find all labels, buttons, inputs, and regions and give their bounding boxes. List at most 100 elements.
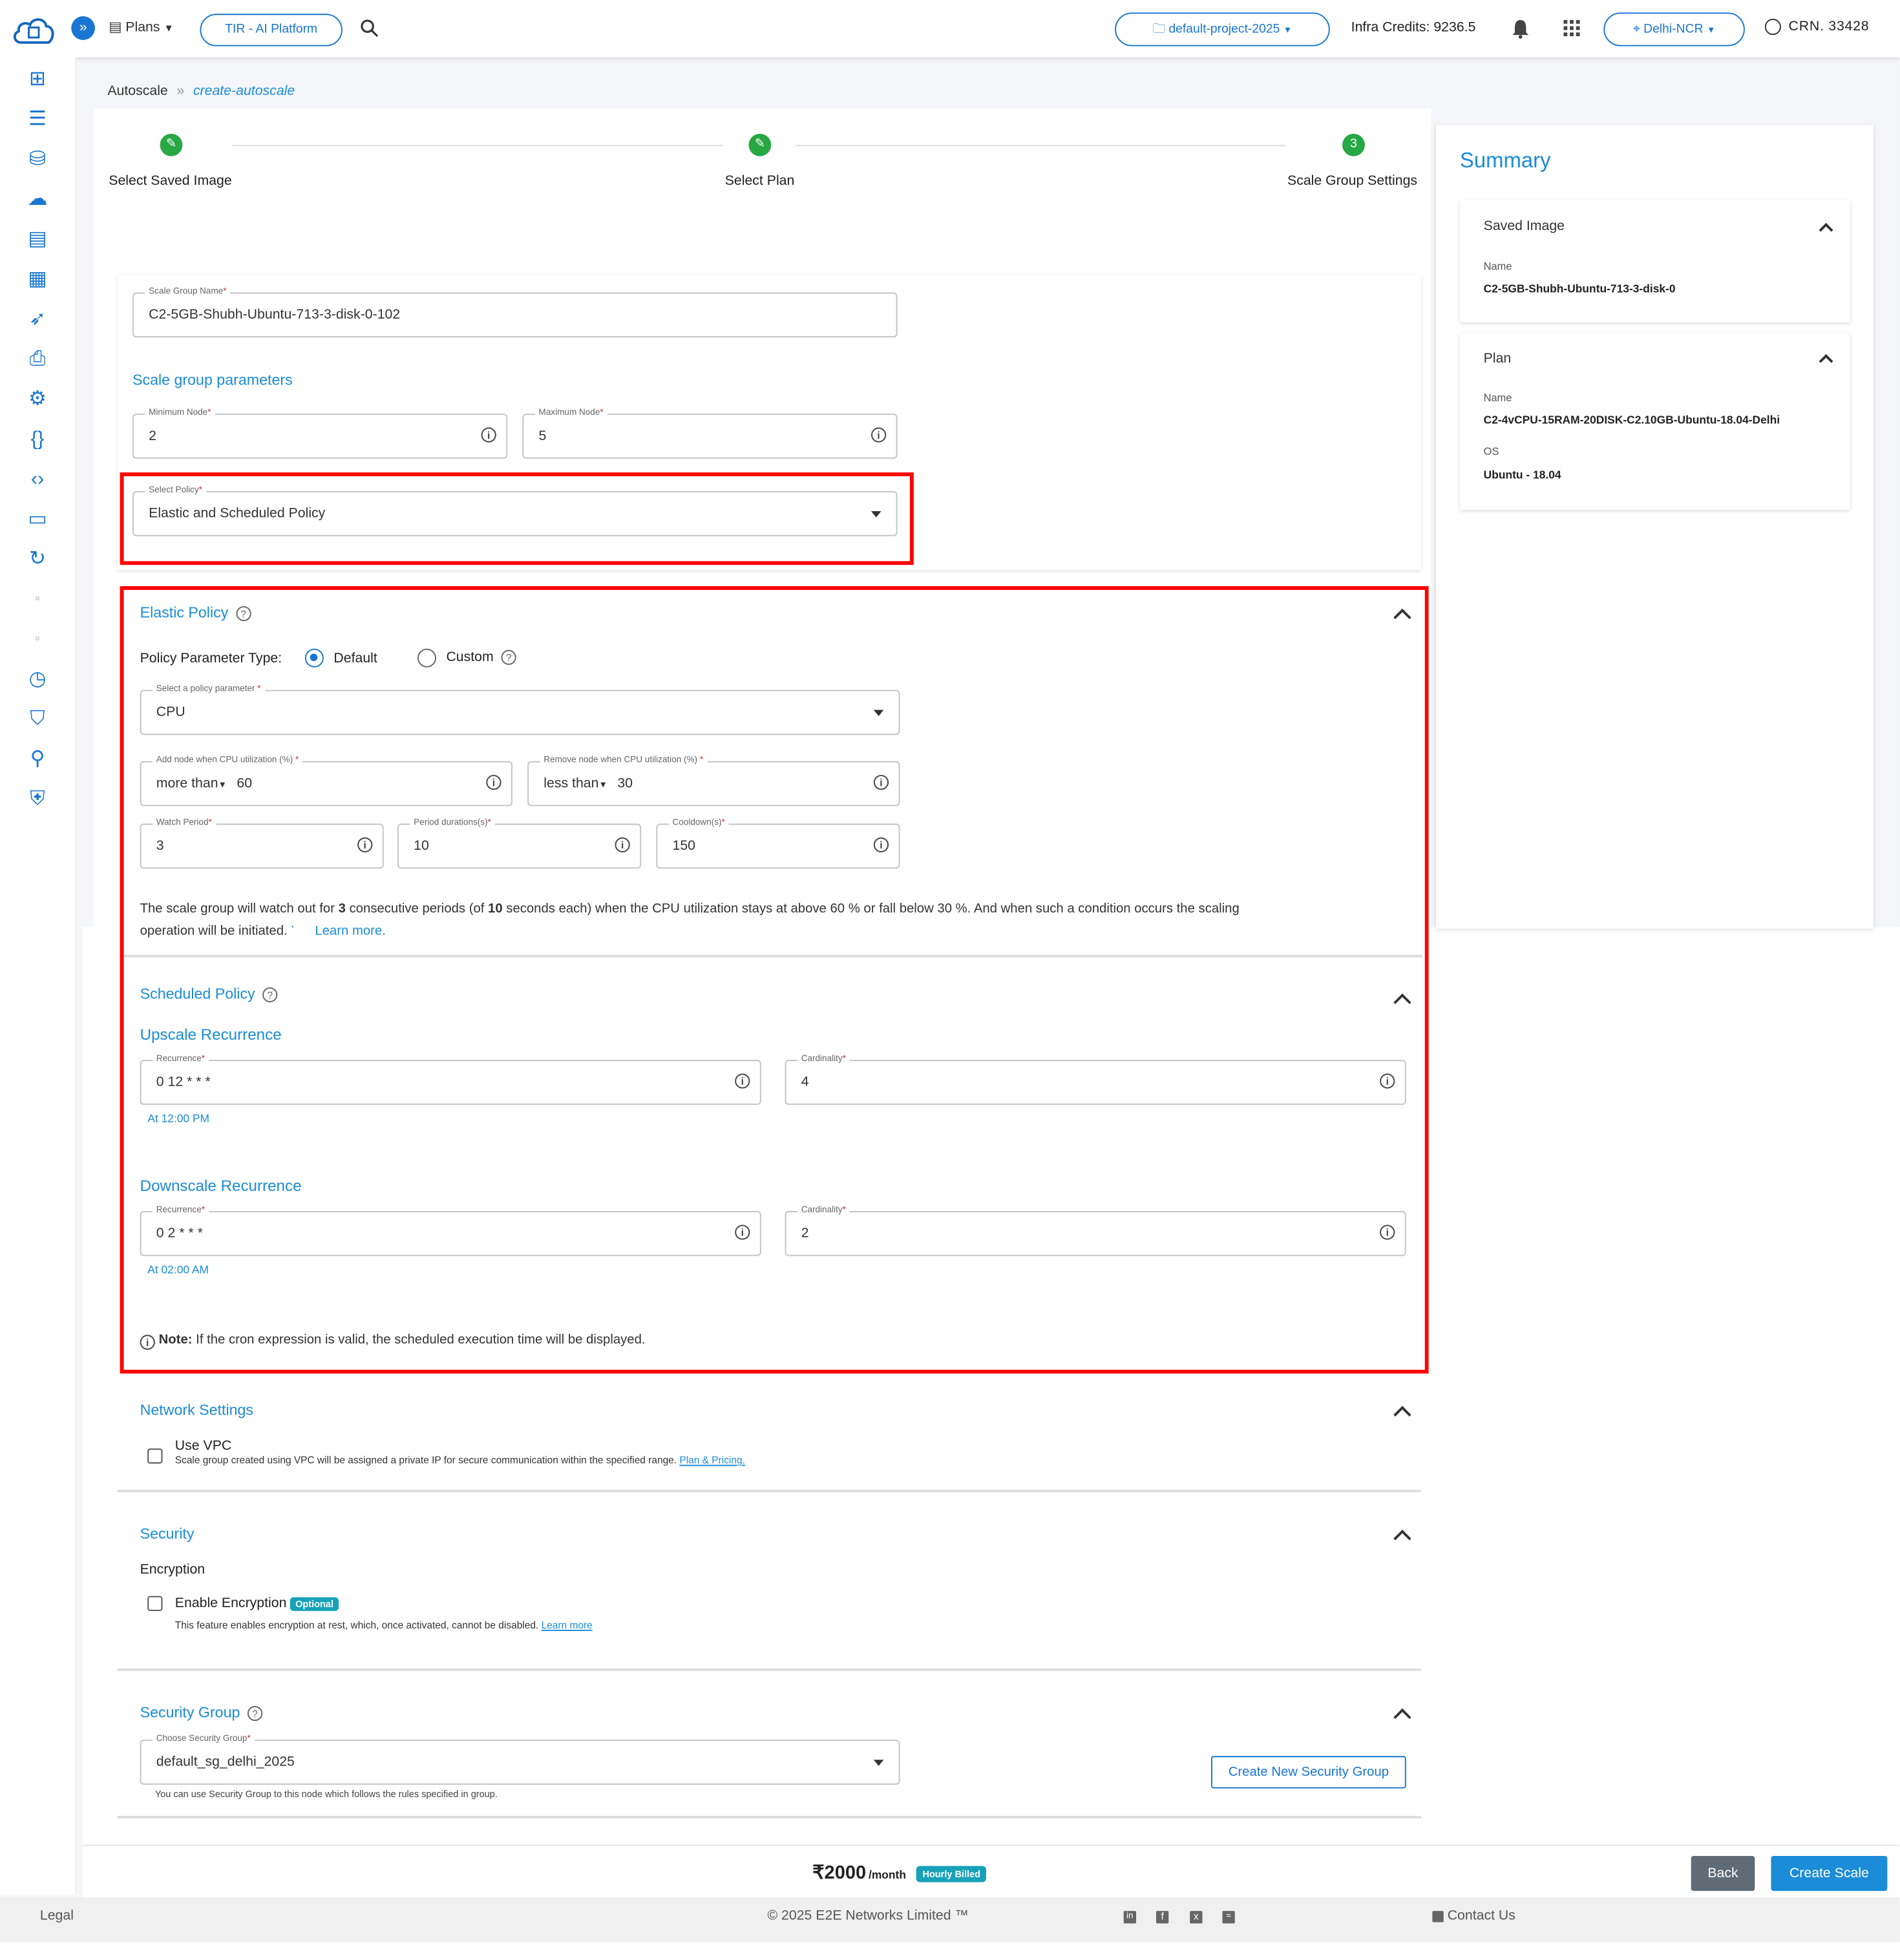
billing-icon[interactable]: ⎙: [25, 348, 50, 373]
name-label: Name: [1483, 260, 1512, 273]
bell-icon[interactable]: [1511, 19, 1530, 39]
sidebar: ⊞ ☰ ⛁ ☁ ▤ ▦ ➶ ⎙ ⚙ {} ‹› ▭ ↻ ▫ ▫ ◷ ⛉ ⚲ ⛨: [0, 57, 76, 1895]
security-group-select[interactable]: Choose Security Group* default_sg_delhi_…: [140, 1733, 900, 1785]
step-done-pencil-icon: ✎: [748, 133, 772, 156]
divider: [117, 1816, 1421, 1818]
tir-platform-button[interactable]: TIR - AI Platform: [200, 14, 343, 47]
saved-image-title: Saved Image: [1483, 218, 1565, 234]
contact-label: Contact Us: [1447, 1908, 1515, 1924]
info-icon[interactable]: i: [481, 427, 496, 443]
breadcrumb-current: create-autoscale: [193, 83, 295, 99]
code-icon[interactable]: ‹›: [25, 467, 50, 492]
linkedin-icon[interactable]: in: [1123, 1911, 1137, 1924]
step-label: Select Plan: [724, 173, 795, 189]
region-label: Delhi-NCR: [1643, 22, 1704, 37]
optional-badge: Optional: [290, 1596, 339, 1611]
dashboard-icon[interactable]: ⊞: [25, 67, 50, 92]
refresh-icon[interactable]: ↻: [25, 547, 50, 573]
search-icon[interactable]: [360, 19, 379, 37]
broken-image-icon[interactable]: ▫: [25, 627, 50, 653]
breadcrumb: Autoscale » create-autoscale: [107, 84, 295, 99]
x-icon[interactable]: x: [1190, 1911, 1203, 1924]
saved-image-name: C2-5GB-Shubh-Ubuntu-713-3-disk-0: [1483, 282, 1676, 295]
expand-sidebar-icon[interactable]: »: [71, 16, 95, 40]
params-title: Scale group parameters: [132, 371, 293, 389]
facebook-icon[interactable]: f: [1156, 1911, 1169, 1924]
enc-learn-more-link[interactable]: Learn more: [542, 1619, 593, 1630]
top-bar: » ▤ Plans ▼ TIR - AI Platform 🗀 default-…: [0, 0, 1900, 58]
rss-icon[interactable]: ≈: [1222, 1911, 1235, 1924]
step-number: 3: [1342, 133, 1365, 156]
field-value: 2: [149, 428, 156, 444]
nodes-icon[interactable]: ☰: [25, 107, 50, 132]
plans-icon: ▤: [109, 19, 122, 36]
braces-icon[interactable]: {}: [25, 427, 50, 452]
cloud-logo-icon[interactable]: [10, 12, 57, 47]
billing-badge: Hourly Billed: [916, 1865, 987, 1882]
field-value: 5: [538, 428, 547, 444]
account-menu[interactable]: CRN. 33428: [1764, 19, 1870, 36]
info-icon[interactable]: i: [871, 427, 887, 443]
folder-icon: 🗀: [1152, 22, 1166, 37]
vpc-desc-text: Scale group created using VPC will be as…: [174, 1455, 677, 1466]
breadcrumb-root[interactable]: Autoscale: [107, 84, 167, 99]
settings-icon[interactable]: ⚙: [25, 388, 50, 413]
highlight-box: [120, 472, 914, 565]
add-user-icon[interactable]: ⚲: [25, 748, 50, 773]
step-connector: [796, 145, 1287, 147]
plan-title: Plan: [1483, 351, 1512, 366]
price-display: ₹2000/month Hourly Billed: [812, 1861, 987, 1884]
copyright: © 2025 E2E Networks Limited ™: [767, 1908, 969, 1924]
field-label: Minimum Node: [149, 408, 208, 417]
enc-desc-text: This feature enables encryption at rest,…: [174, 1619, 539, 1631]
back-button[interactable]: Back: [1691, 1855, 1755, 1892]
os-label: OS: [1483, 445, 1499, 458]
summary-title: Summary: [1459, 149, 1551, 173]
plans-label: Plans: [125, 19, 160, 36]
encryption-title: Encryption: [140, 1562, 206, 1577]
server-icon[interactable]: ▤: [25, 227, 50, 253]
help-icon[interactable]: ?: [248, 1705, 263, 1721]
security-group-title: Security Group?: [140, 1703, 263, 1721]
shield-search-icon[interactable]: ⛉: [25, 708, 50, 733]
step-connector: [232, 145, 723, 147]
field-value: default_sg_delhi_2025: [156, 1755, 295, 1770]
use-vpc-checkbox[interactable]: [147, 1448, 163, 1464]
shield-check-icon[interactable]: ⛨: [25, 787, 50, 812]
broken-image-icon[interactable]: ▫: [25, 587, 50, 613]
encryption-description: This feature enables encryption at rest,…: [175, 1619, 593, 1630]
contact-us-link[interactable]: Contact Us: [1432, 1908, 1515, 1923]
bottom-bar: [82, 1844, 1900, 1899]
plan-pricing-link[interactable]: Plan & Pricing.: [679, 1455, 744, 1466]
rocket-icon[interactable]: ➶: [25, 308, 50, 333]
price-unit: /month: [868, 1868, 906, 1881]
table-icon[interactable]: ▦: [25, 268, 50, 293]
location-pin-icon: ⌖: [1632, 22, 1640, 37]
plans-menu[interactable]: ▤ Plans ▼: [109, 19, 174, 35]
crn-label: CRN. 33428: [1788, 19, 1870, 35]
document-icon[interactable]: ▭: [25, 507, 50, 532]
scale-group-name-input[interactable]: Scale Group Name* C2-5GB-Shubh-Ubuntu-71…: [132, 286, 898, 338]
min-node-input[interactable]: Minimum Node* 2 i: [132, 407, 508, 459]
use-vpc-label: Use VPC: [174, 1438, 232, 1454]
security-title: Security: [140, 1524, 195, 1543]
plan-name: C2-4vCPU-15RAM-20DISK-C2.10GB-Ubuntu-18.…: [1483, 414, 1780, 427]
create-security-group-button[interactable]: Create New Security Group: [1211, 1756, 1406, 1789]
price-value: ₹2000: [812, 1862, 867, 1884]
chevron-down-icon: ▼: [1283, 26, 1293, 36]
project-selector[interactable]: 🗀 default-project-2025 ▼: [1115, 12, 1330, 47]
create-scale-button[interactable]: Create Scale: [1771, 1855, 1888, 1892]
name-label: Name: [1483, 391, 1512, 404]
phone-icon: [1432, 1910, 1444, 1922]
cloud-upload-icon[interactable]: ☁: [25, 187, 50, 213]
enable-encryption-checkbox[interactable]: [147, 1596, 163, 1611]
divider: [117, 1668, 1421, 1671]
legal-link[interactable]: Legal: [40, 1908, 74, 1923]
database-icon[interactable]: ⛁: [25, 147, 50, 173]
max-node-input[interactable]: Maximum Node* 5 i: [522, 407, 898, 459]
step-done-pencil-icon: ✎: [160, 133, 183, 156]
region-selector[interactable]: ⌖ Delhi-NCR ▼: [1603, 12, 1745, 47]
user-circle-icon: [1764, 19, 1781, 36]
apps-grid-icon[interactable]: [1563, 19, 1580, 37]
monitor-clock-icon[interactable]: ◷: [25, 668, 50, 693]
